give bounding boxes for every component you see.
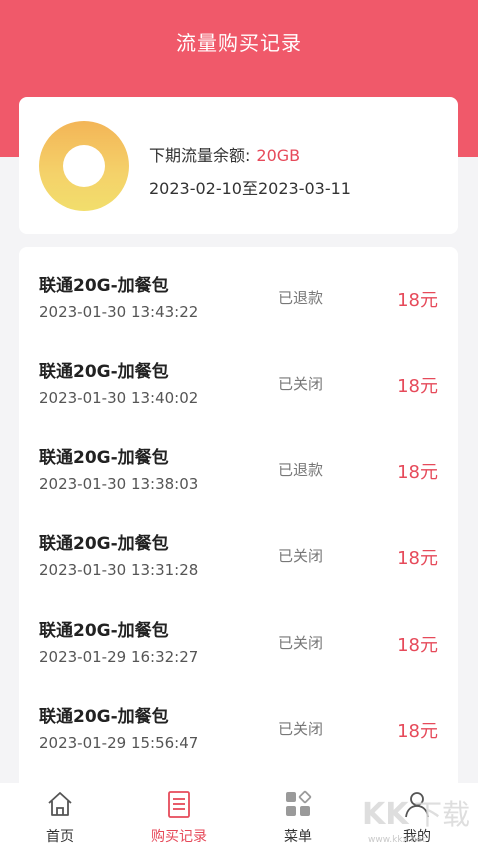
tab-menu[interactable]: 菜单	[238, 783, 358, 850]
record-status: 已退款	[278, 461, 324, 479]
record-list: 联通20G-加餐包 2023-01-30 13:43:22 已退款 18元 联通…	[19, 247, 458, 807]
period-range: 2023-02-10至2023-03-11	[149, 179, 351, 198]
list-item[interactable]: 联通20G-加餐包 2023-01-29 15:56:47 已关闭 18元	[19, 678, 458, 764]
record-name: 联通20G-加餐包	[39, 621, 169, 641]
record-status: 已关闭	[278, 634, 324, 652]
tab-purchase-records-label: 购买记录	[151, 829, 207, 845]
tab-purchase-records[interactable]: 购买记录	[119, 783, 239, 850]
record-name: 联通20G-加餐包	[39, 362, 169, 382]
tab-home-label: 首页	[46, 829, 74, 845]
document-list-icon	[168, 791, 190, 818]
remain-value: 20GB	[256, 146, 301, 165]
remain-label: 下期流量余额:	[149, 146, 251, 165]
record-status: 已关闭	[278, 375, 324, 393]
record-price: 18元	[397, 721, 438, 742]
record-status: 已关闭	[278, 547, 324, 565]
watermark-url: www.kkx.net	[368, 835, 426, 845]
svg-text:KK: KK	[362, 797, 410, 832]
record-price: 18元	[397, 635, 438, 656]
record-status: 已关闭	[278, 720, 324, 738]
list-item[interactable]: 联通20G-加餐包 2023-01-30 13:31:28 已关闭 18元	[19, 505, 458, 591]
record-name: 联通20G-加餐包	[39, 707, 169, 727]
list-item[interactable]: 联通20G-加餐包 2023-01-30 13:38:03 已退款 18元	[19, 419, 458, 505]
traffic-summary-card: 下期流量余额: 20GB 2023-02-10至2023-03-11	[19, 97, 458, 234]
page-title: 流量购买记录	[176, 31, 302, 55]
record-name: 联通20G-加餐包	[39, 534, 169, 554]
home-icon	[48, 792, 72, 816]
traffic-donut-chart	[39, 121, 129, 211]
record-time: 2023-01-30 13:43:22	[39, 303, 199, 321]
record-time: 2023-01-30 13:31:28	[39, 561, 199, 579]
record-price: 18元	[397, 290, 438, 311]
remain-line: 下期流量余额: 20GB	[149, 142, 300, 166]
list-item[interactable]: 联通20G-加餐包 2023-01-30 13:40:02 已关闭 18元	[19, 333, 458, 419]
record-price: 18元	[397, 462, 438, 483]
record-time: 2023-01-30 13:40:02	[39, 389, 199, 407]
grid-menu-icon	[286, 790, 312, 816]
record-time: 2023-01-29 15:56:47	[39, 734, 199, 752]
record-name: 联通20G-加餐包	[39, 276, 169, 296]
record-time: 2023-01-30 13:38:03	[39, 475, 199, 493]
record-time: 2023-01-29 16:32:27	[39, 648, 199, 666]
record-status: 已退款	[278, 289, 324, 307]
record-price: 18元	[397, 376, 438, 397]
tab-home[interactable]: 首页	[0, 783, 120, 850]
list-item[interactable]: 联通20G-加餐包 2023-01-30 13:43:22 已退款 18元	[19, 247, 458, 333]
record-name: 联通20G-加餐包	[39, 448, 169, 468]
record-price: 18元	[397, 548, 438, 569]
list-item[interactable]: 联通20G-加餐包 2023-01-29 16:32:27 已关闭 18元	[19, 592, 458, 678]
svg-text:下载: 下载	[414, 798, 470, 831]
tab-menu-label: 菜单	[284, 829, 312, 845]
